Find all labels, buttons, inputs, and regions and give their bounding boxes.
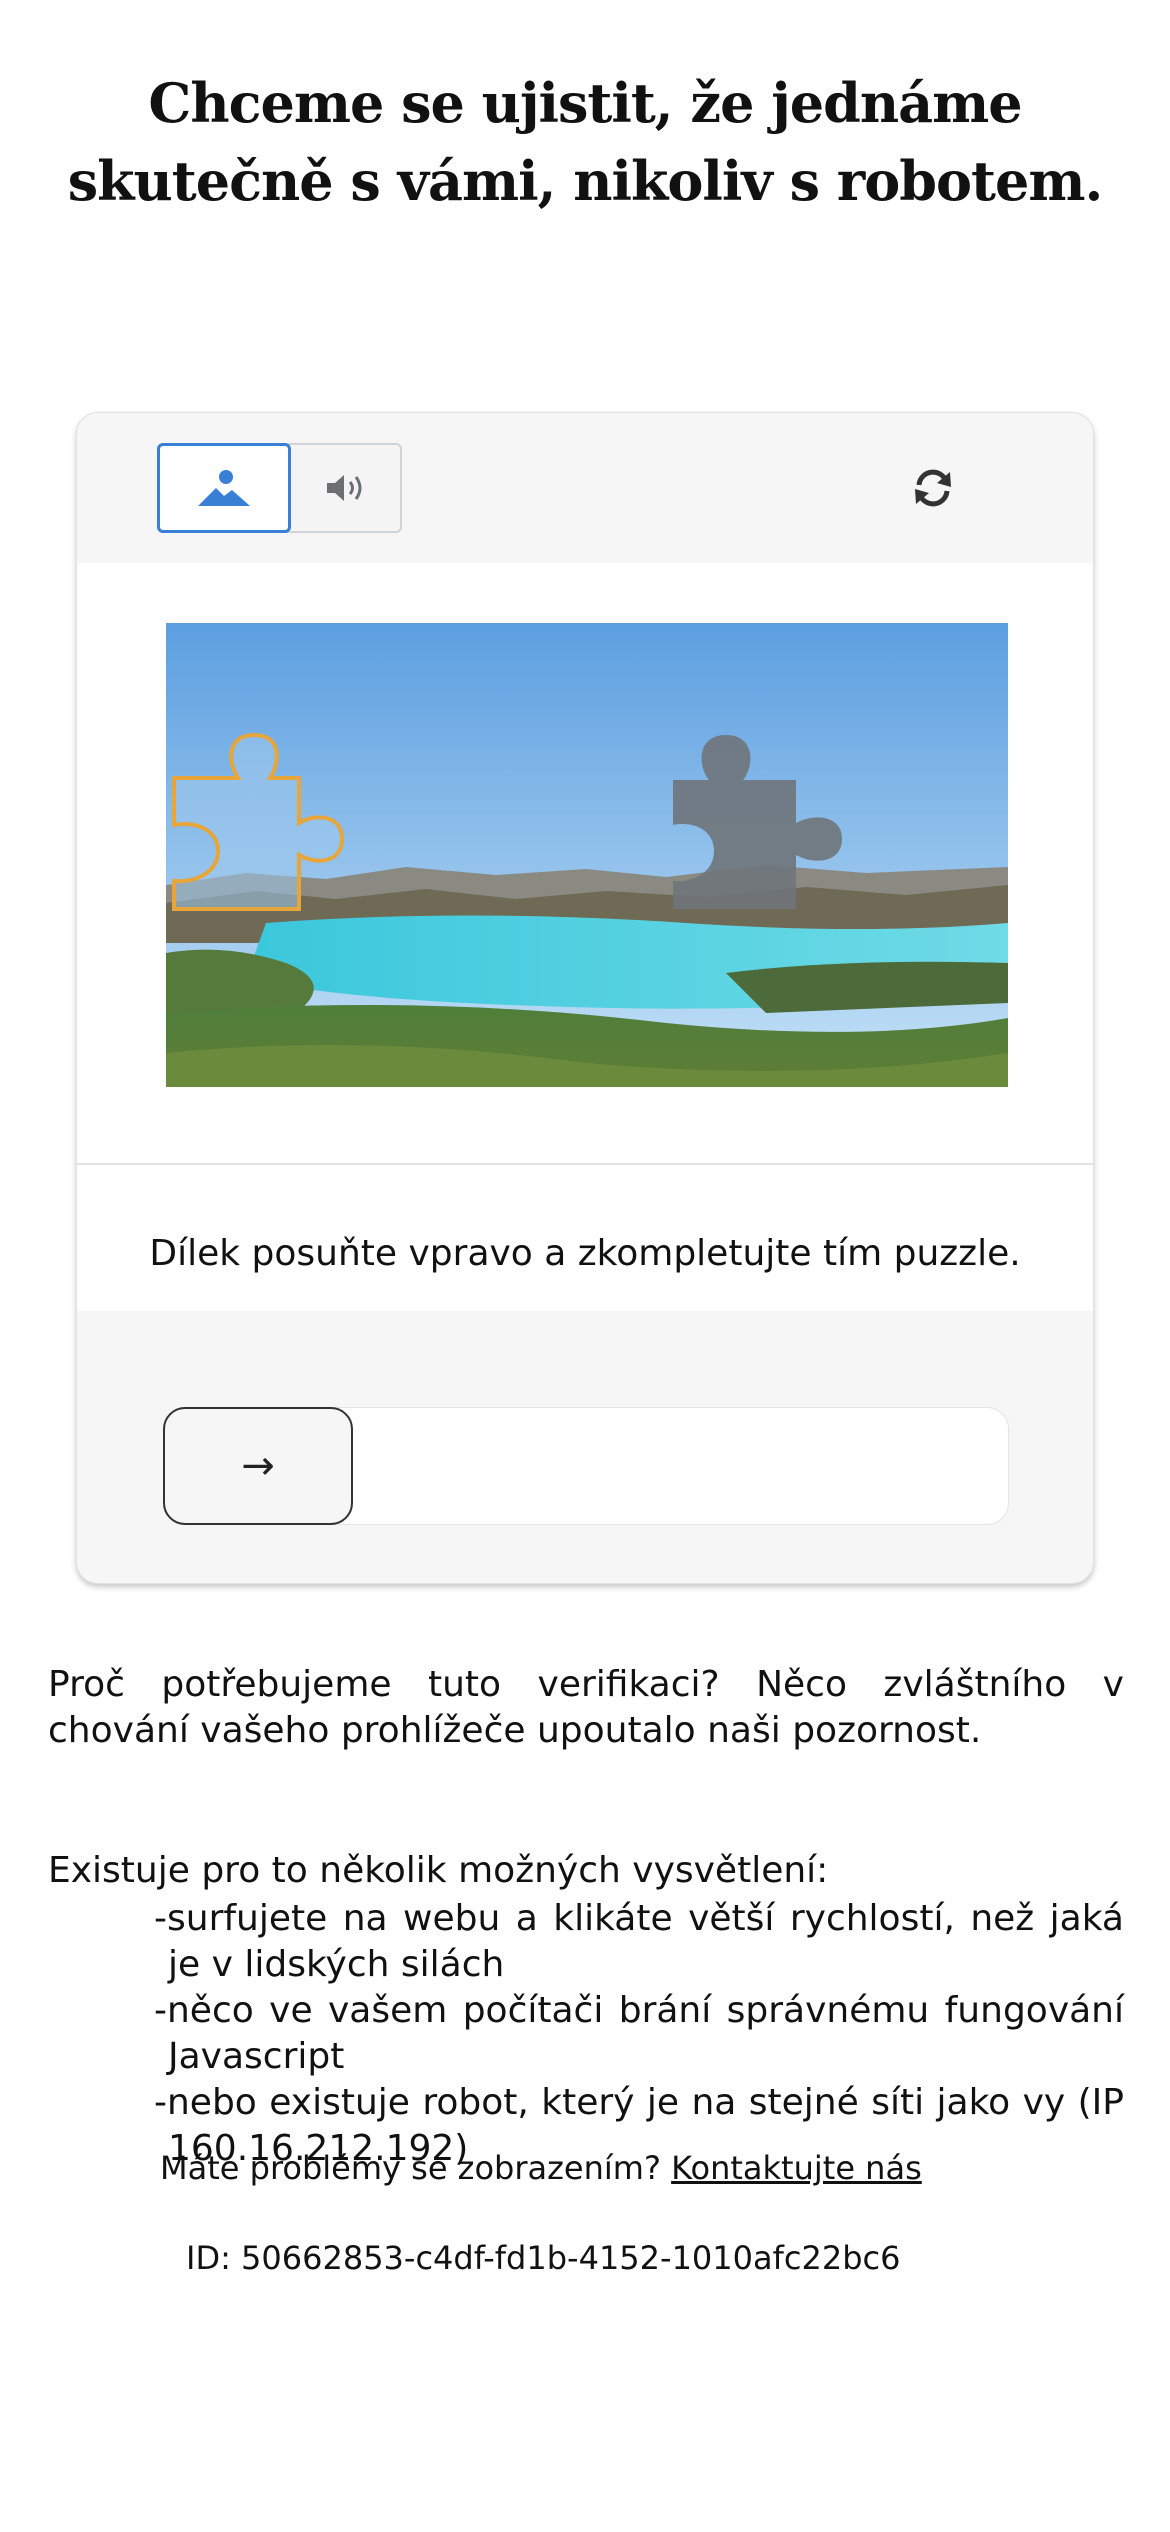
session-id: ID: 50662853-c4df-fd1b-4152-1010afc22bc6 xyxy=(186,2239,901,2277)
slider-handle[interactable]: → xyxy=(163,1407,353,1525)
audio-mode-button[interactable] xyxy=(291,445,402,531)
speaker-icon xyxy=(326,475,361,501)
arrow-right-icon: → xyxy=(241,1443,275,1489)
explanation-item: -něco ve vašem počítači brání správnému … xyxy=(154,1990,1124,2077)
captcha-instruction: Dílek posuňte vpravo a zkompletujte tím … xyxy=(149,1233,1021,1274)
help-text: Máte problémy se zobrazením? xyxy=(160,2149,661,2187)
help-line: Máte problémy se zobrazením? Kontaktujte… xyxy=(160,2148,922,2188)
captcha-card: Dílek posuňte vpravo a zkompletujte tím … xyxy=(76,412,1094,1584)
verification-reason: Proč potřebujeme tuto verifikaci? Něco z… xyxy=(48,1664,1124,1751)
explanations-intro: Existuje pro to několik možných vysvětle… xyxy=(48,1850,829,1891)
explanation-item: -surfujete na webu a klikáte větší rychl… xyxy=(154,1898,1124,1985)
image-icon xyxy=(198,470,250,506)
refresh-icon xyxy=(915,469,951,507)
image-mode-button[interactable] xyxy=(157,443,291,533)
captcha-mode-toggle xyxy=(157,443,402,533)
puzzle-image xyxy=(166,623,1008,1087)
divider xyxy=(77,1163,1093,1165)
captcha-toolbar xyxy=(77,413,1093,563)
contact-link[interactable]: Kontaktujte nás xyxy=(671,2149,922,2187)
refresh-button[interactable] xyxy=(903,458,963,518)
page-title: Chceme se ujistit, že jednáme skutečně s… xyxy=(67,71,1104,213)
